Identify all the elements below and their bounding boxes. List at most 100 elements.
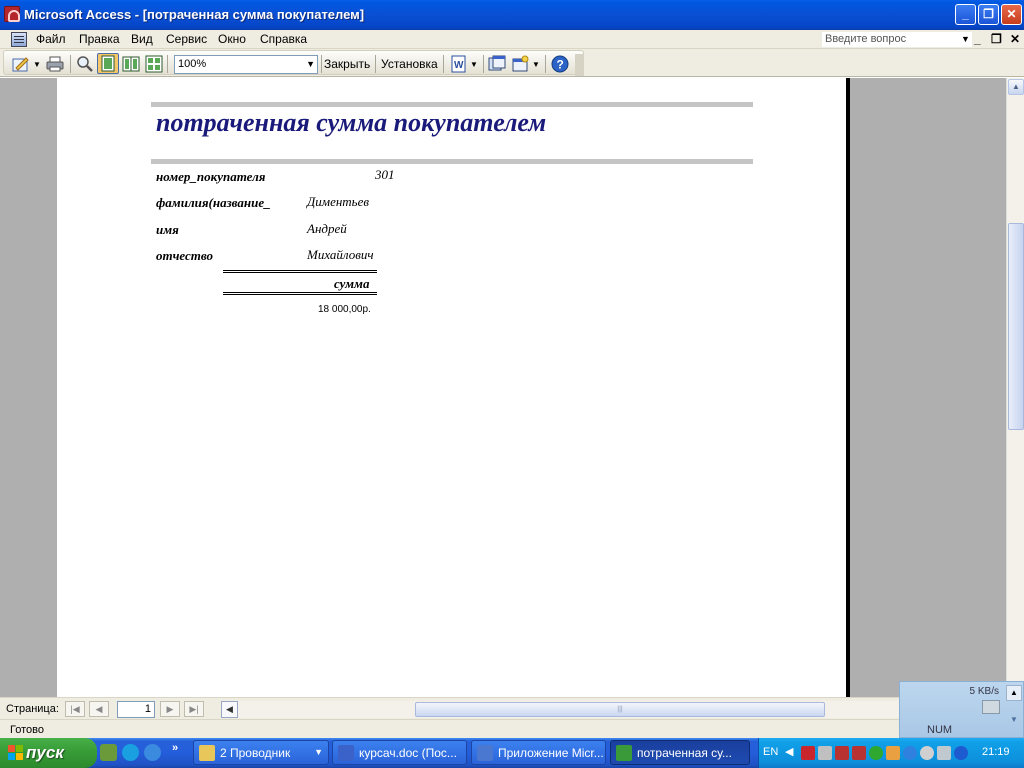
quick-launch-utility-icon[interactable]: [100, 744, 117, 761]
network-meter-widget[interactable]: 5 KB/s NUM ▲ ▼: [899, 681, 1024, 738]
previous-page-icon[interactable]: ◀: [89, 701, 109, 717]
internet-explorer-icon[interactable]: [144, 744, 161, 761]
close-button[interactable]: ✕: [1001, 4, 1022, 25]
tray-tool-icon[interactable]: [818, 746, 832, 760]
scroll-left-arrow-icon[interactable]: ◀: [221, 701, 238, 718]
print-preview-toolbar: ▼ 100% ▼ Закрыть Установка W ▼ ▼ ?: [0, 49, 1024, 77]
tray-globe-icon[interactable]: [903, 746, 917, 760]
new-object-dropdown-arrow-icon[interactable]: ▼: [532, 60, 540, 69]
ask-question-input[interactable]: Введите вопрос: [822, 32, 972, 47]
one-page-button[interactable]: [97, 53, 119, 74]
restore-button[interactable]: ❐: [978, 4, 999, 25]
tray-network-icon[interactable]: [835, 746, 849, 760]
report-page: потраченная сумма покупателем номер_поку…: [57, 78, 850, 697]
tray-status-icon[interactable]: [869, 746, 883, 760]
doc-close-button[interactable]: ✕: [1010, 32, 1020, 46]
vertical-scrollbar[interactable]: ▲: [1006, 78, 1024, 697]
page-setup-button[interactable]: Установка: [381, 57, 438, 71]
print-icon[interactable]: [46, 55, 64, 73]
view-dropdown-arrow-icon[interactable]: ▼: [33, 60, 41, 69]
task-word-document[interactable]: курсач.doc (Пос...: [332, 740, 467, 765]
field-label-first-name: имя: [156, 222, 179, 237]
word-document-icon: [338, 745, 354, 761]
antivirus-icon[interactable]: [801, 746, 815, 760]
field-value-surname: Диментьев: [307, 194, 370, 209]
scroll-up-arrow-icon[interactable]: ▲: [1008, 79, 1024, 95]
tray-collapse-icon[interactable]: ◀: [785, 745, 793, 758]
horizontal-scroll-thumb[interactable]: |||: [415, 702, 825, 717]
quick-launch-more-icon[interactable]: »: [172, 742, 178, 754]
windows-flag-icon: [8, 745, 23, 760]
word-office-links-icon[interactable]: W: [450, 55, 468, 73]
zoom-icon[interactable]: [76, 55, 94, 73]
first-page-icon[interactable]: |◀: [65, 701, 85, 717]
zoom-select[interactable]: 100% ▼: [174, 55, 318, 74]
language-indicator[interactable]: EN: [763, 746, 778, 758]
two-pages-icon[interactable]: [122, 55, 140, 73]
tray-security-icon[interactable]: [920, 746, 934, 760]
clock[interactable]: 21:19: [982, 746, 1010, 758]
doc-restore-button[interactable]: ❐: [991, 32, 1002, 46]
tray-network2-icon[interactable]: [852, 746, 866, 760]
report-title: потраченная сумма покупателем: [156, 108, 547, 137]
application-icon: [477, 745, 493, 761]
access-app-icon[interactable]: [4, 6, 20, 22]
field-label-customer-number: номер_покупателя: [156, 169, 266, 184]
collapse-arrow-icon[interactable]: ▼: [1006, 713, 1022, 729]
last-page-icon[interactable]: ▶|: [184, 701, 204, 717]
minimize-button[interactable]: _: [955, 4, 976, 25]
report-preview-area: потраченная сумма покупателем номер_поку…: [0, 78, 1006, 697]
office-links-dropdown-arrow-icon[interactable]: ▼: [470, 60, 478, 69]
sum-header-rule-bottom: [223, 292, 377, 295]
help-icon[interactable]: ?: [551, 55, 569, 73]
menu-file[interactable]: Файл: [36, 32, 66, 46]
close-preview-button[interactable]: Закрыть: [324, 57, 370, 71]
field-value-customer-number: 301: [375, 167, 395, 182]
menu-tools[interactable]: Сервис: [166, 32, 207, 46]
next-page-icon[interactable]: ▶: [160, 701, 180, 717]
new-object-icon[interactable]: [511, 55, 529, 73]
toolbar-strip: ▼ 100% ▼ Закрыть Установка W ▼ ▼ ?: [3, 50, 584, 75]
toolbar-separator: [321, 55, 322, 73]
vertical-scroll-thumb[interactable]: [1008, 223, 1024, 430]
sum-value: 18 000,00р.: [318, 304, 371, 315]
field-value-patronymic: Михайлович: [307, 247, 374, 262]
page-navigation-bar: Страница: |◀ ◀ 1 ▶ ▶| ◀ |||: [0, 697, 900, 719]
window-title: Microsoft Access - [потраченная сумма по…: [24, 7, 365, 22]
volume-icon[interactable]: [886, 746, 900, 760]
status-bar: Готово: [0, 719, 1024, 738]
toolbar-separator: [375, 55, 376, 73]
task-explorer[interactable]: 2 Проводник ▼: [193, 740, 329, 765]
bluetooth-icon[interactable]: [954, 746, 968, 760]
task-access-app[interactable]: Приложение Micr...: [471, 740, 606, 765]
menu-edit[interactable]: Правка: [79, 32, 120, 46]
expand-arrow-icon[interactable]: ▲: [1006, 685, 1022, 701]
page-label: Страница:: [6, 703, 59, 715]
status-text: Готово: [10, 724, 44, 736]
network-speed: 5 KB/s: [969, 686, 999, 697]
sum-header-rule-top: [223, 270, 377, 273]
tray-display-icon[interactable]: [937, 746, 951, 760]
menu-window[interactable]: Окно: [218, 32, 246, 46]
menu-bar: Файл Правка Вид Сервис Окно Справка Введ…: [0, 30, 1024, 49]
multiple-pages-icon[interactable]: [145, 55, 163, 73]
header-rule-bottom: [151, 159, 753, 164]
toolbar-options-icon[interactable]: [575, 54, 584, 76]
toolbar-separator: [545, 55, 546, 73]
task-report-preview[interactable]: потраченная су...: [610, 740, 750, 765]
menu-view[interactable]: Вид: [131, 32, 153, 46]
field-value-first-name: Андрей: [307, 221, 347, 236]
horizontal-scrollbar[interactable]: ◀ |||: [221, 701, 900, 718]
database-window-icon[interactable]: [488, 55, 506, 73]
document-icon[interactable]: [11, 32, 27, 47]
menu-help[interactable]: Справка: [260, 32, 307, 46]
doc-minimize-button[interactable]: _: [974, 32, 981, 46]
toolbar-separator: [70, 55, 71, 73]
start-button[interactable]: пуск: [0, 738, 97, 768]
page-number-input[interactable]: 1: [117, 701, 155, 718]
ask-dropdown-arrow-icon[interactable]: ▼: [961, 34, 970, 44]
num-lock-indicator: NUM: [927, 724, 953, 736]
skype-icon[interactable]: [122, 744, 139, 761]
design-view-icon[interactable]: [12, 55, 30, 73]
zoom-dropdown-arrow-icon[interactable]: ▼: [306, 56, 315, 73]
